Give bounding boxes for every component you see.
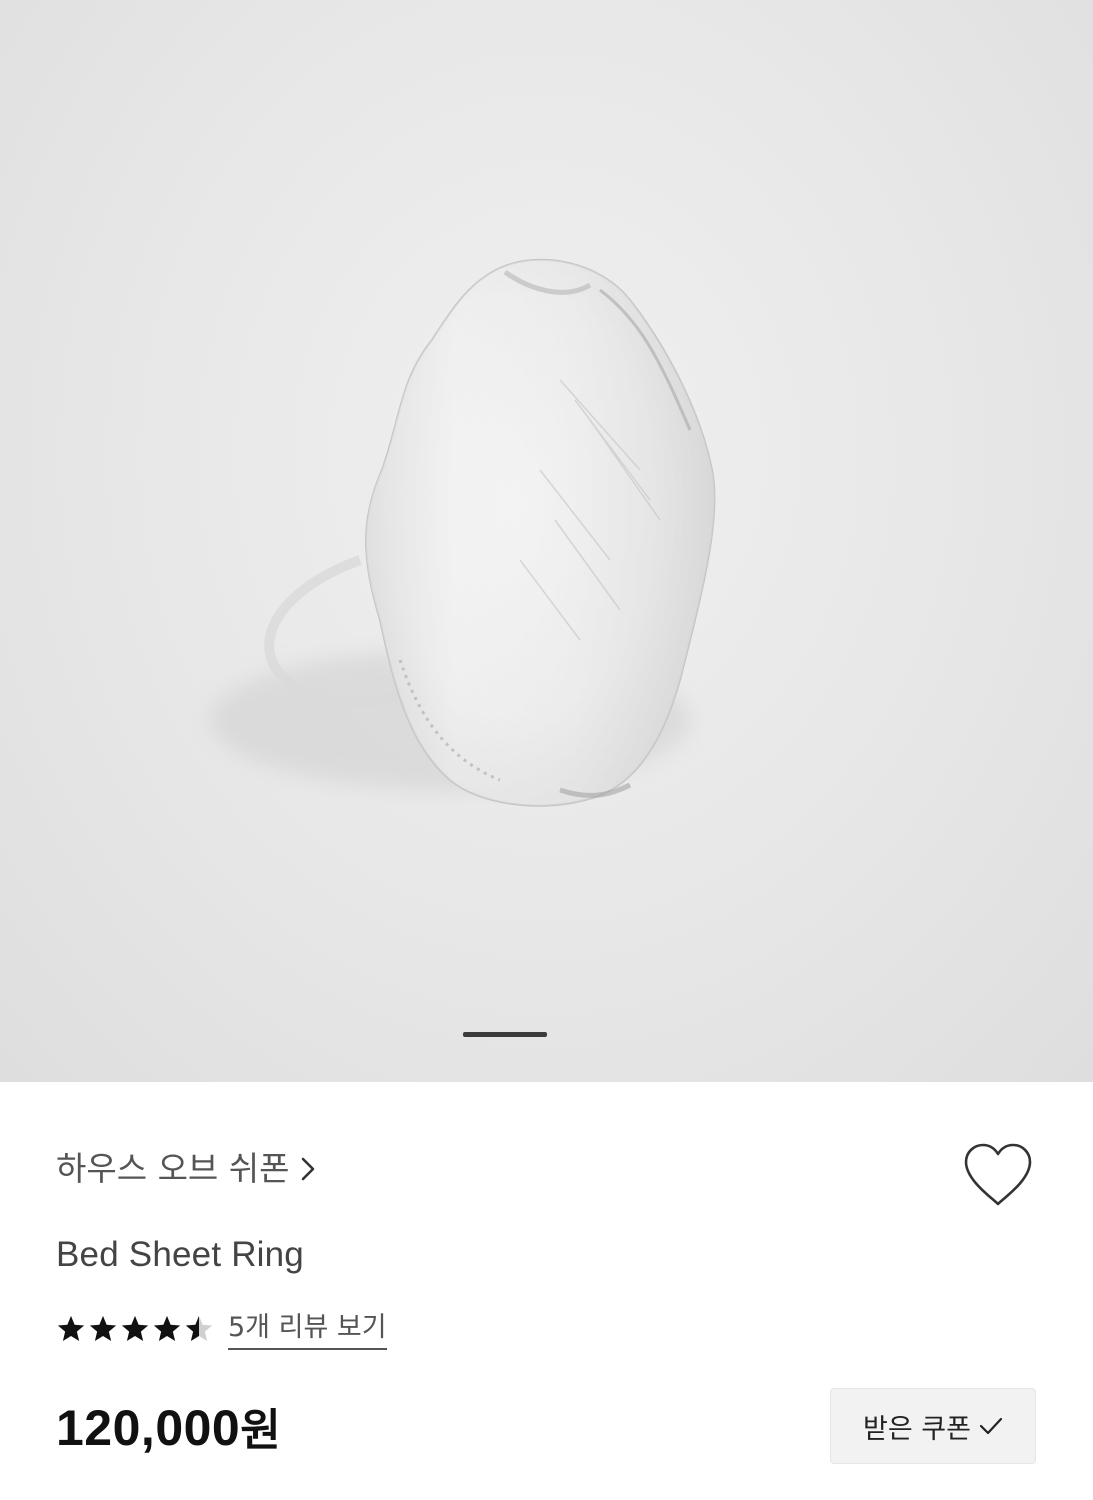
rating-stars (56, 1314, 214, 1344)
coupon-label: 받은 쿠폰 (863, 1413, 971, 1445)
check-icon (979, 1417, 1003, 1435)
heart-outline-icon[interactable] (962, 1142, 1034, 1208)
review-link[interactable]: 5개 리뷰 보기 (228, 1308, 387, 1350)
product-title: Bed Sheet Ring (56, 1235, 304, 1274)
star-full-icon (153, 1315, 181, 1341)
price-currency: 원 (240, 1405, 282, 1456)
brand-name: 하우스 오브 쉬폰 (56, 1149, 290, 1188)
price-amount: 120,000 (56, 1400, 241, 1456)
chevron-right-icon (301, 1157, 314, 1181)
product-price: 120,000원 (56, 1396, 281, 1463)
star-full-icon (89, 1315, 117, 1341)
rating-row: 5개 리뷰 보기 (56, 1308, 387, 1350)
product-image (210, 258, 716, 807)
carousel-page-indicator[interactable] (463, 1032, 547, 1037)
star-full-icon (121, 1315, 149, 1341)
star-full-icon (57, 1315, 85, 1341)
received-coupon-button[interactable]: 받은 쿠폰 (830, 1388, 1036, 1464)
brand-link[interactable]: 하우스 오브 쉬폰 (56, 1145, 316, 1193)
product-detail-page: 하우스 오브 쉬폰 Bed Sheet Ring 5개 리뷰 보기 120,00… (0, 0, 1093, 1500)
star-half-icon (185, 1315, 213, 1342)
product-image-carousel[interactable] (0, 0, 1093, 1082)
